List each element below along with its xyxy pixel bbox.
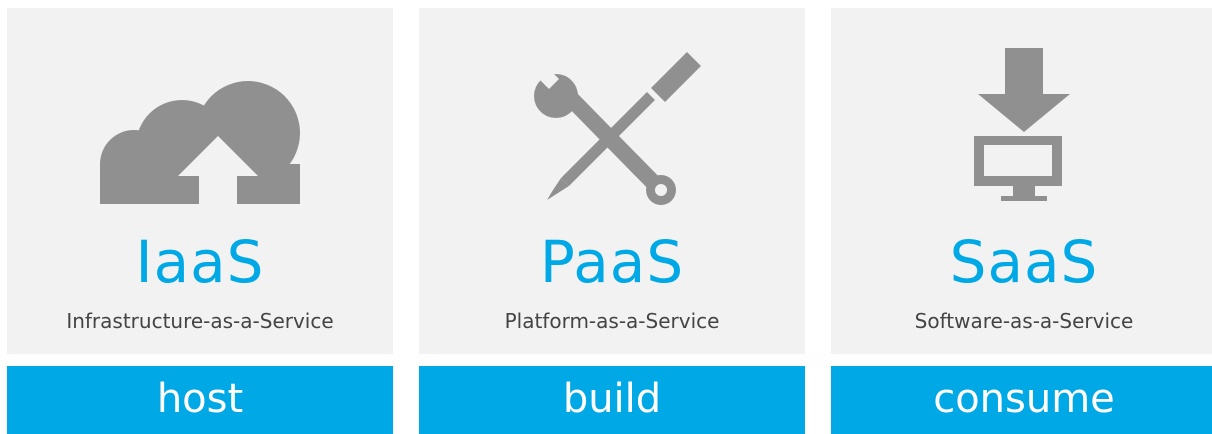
paas-column: PaaS Platform-as-a-Service build — [419, 8, 805, 434]
wrench-screwdriver-icon — [419, 8, 805, 218]
build-bar: build — [419, 366, 805, 434]
saas-card: SaaS Software-as-a-Service — [831, 8, 1212, 354]
consume-bar: consume — [831, 366, 1212, 434]
paas-card: PaaS Platform-as-a-Service — [419, 8, 805, 354]
build-label: build — [562, 376, 662, 422]
iaas-card: IaaS Infrastructure-as-a-Service — [7, 8, 393, 354]
host-label: host — [156, 376, 244, 422]
iaas-column: IaaS Infrastructure-as-a-Service host — [7, 8, 393, 434]
consume-label: consume — [933, 376, 1115, 422]
cloud-upload-icon — [7, 8, 393, 218]
saas-subtitle: Software-as-a-Service — [914, 309, 1134, 333]
iaas-title: IaaS — [135, 228, 265, 296]
host-bar: host — [7, 366, 393, 434]
saas-title: SaaS — [949, 228, 1099, 296]
paas-title: PaaS — [539, 228, 685, 296]
iaas-subtitle: Infrastructure-as-a-Service — [66, 309, 334, 333]
saas-column: SaaS Software-as-a-Service consume — [831, 8, 1212, 434]
download-monitor-icon — [831, 8, 1212, 218]
paas-subtitle: Platform-as-a-Service — [504, 309, 720, 333]
